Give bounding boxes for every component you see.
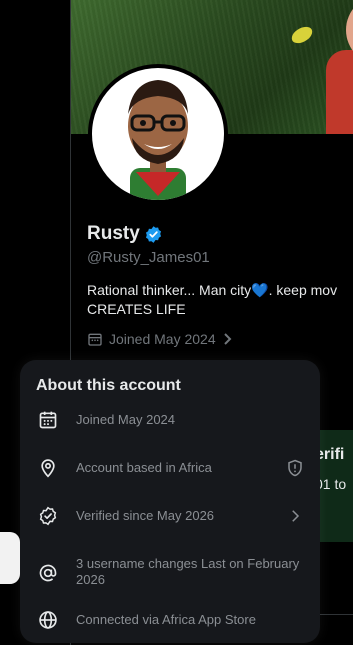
at-sign-icon: [39, 564, 57, 582]
about-row-text: Joined May 2024: [76, 412, 176, 427]
globe-icon: [39, 611, 57, 629]
banner-player-shirt: [326, 50, 353, 134]
about-row-connected: Connected via Africa App Store: [20, 610, 320, 630]
about-row-text: 3 username changes Last on February 2026: [76, 556, 300, 587]
joined-date-button[interactable]: Joined May 2024: [87, 331, 234, 347]
about-account-popover: About this account Joined May 2024 Accou…: [20, 360, 320, 643]
location-pin-icon: [41, 459, 55, 478]
calendar-icon: [88, 333, 102, 346]
profile-handle: @Rusty_James01: [87, 249, 210, 266]
calendar-icon: [39, 411, 57, 429]
about-row-text: Account based in Africa: [76, 460, 212, 475]
about-row-joined: Joined May 2024: [20, 410, 320, 430]
about-row-text: Verified since May 2026: [76, 508, 215, 523]
bio-line-2: CREATES LIFE: [87, 301, 186, 317]
profile-avatar[interactable]: [88, 64, 228, 204]
divider: [320, 614, 353, 615]
joined-date-text: Joined May 2024: [109, 331, 216, 347]
bio-line-1: Rational thinker... Man city💙. keep mov: [87, 282, 338, 298]
popover-title: About this account: [36, 377, 181, 394]
about-row-text: Connected via Africa App Store: [76, 612, 256, 627]
shield-info-icon[interactable]: [286, 459, 304, 477]
chevron-right-icon: [292, 510, 300, 522]
verified-badge-icon[interactable]: [144, 225, 163, 244]
about-row-username-changes: 3 username changes Last on February 2026: [20, 556, 320, 590]
profile-bio: Rational thinker... Man city💙. keep mov …: [87, 281, 353, 319]
display-name-row: Rusty: [87, 223, 163, 245]
verified-check-icon: [39, 506, 57, 526]
chevron-right-icon: [223, 333, 232, 345]
avatar-illustration: [92, 68, 224, 200]
about-row-verified[interactable]: Verified since May 2026: [20, 506, 320, 526]
about-row-location: Account based in Africa: [20, 458, 320, 478]
side-panel-edge[interactable]: [0, 532, 20, 584]
display-name: Rusty: [87, 223, 140, 244]
